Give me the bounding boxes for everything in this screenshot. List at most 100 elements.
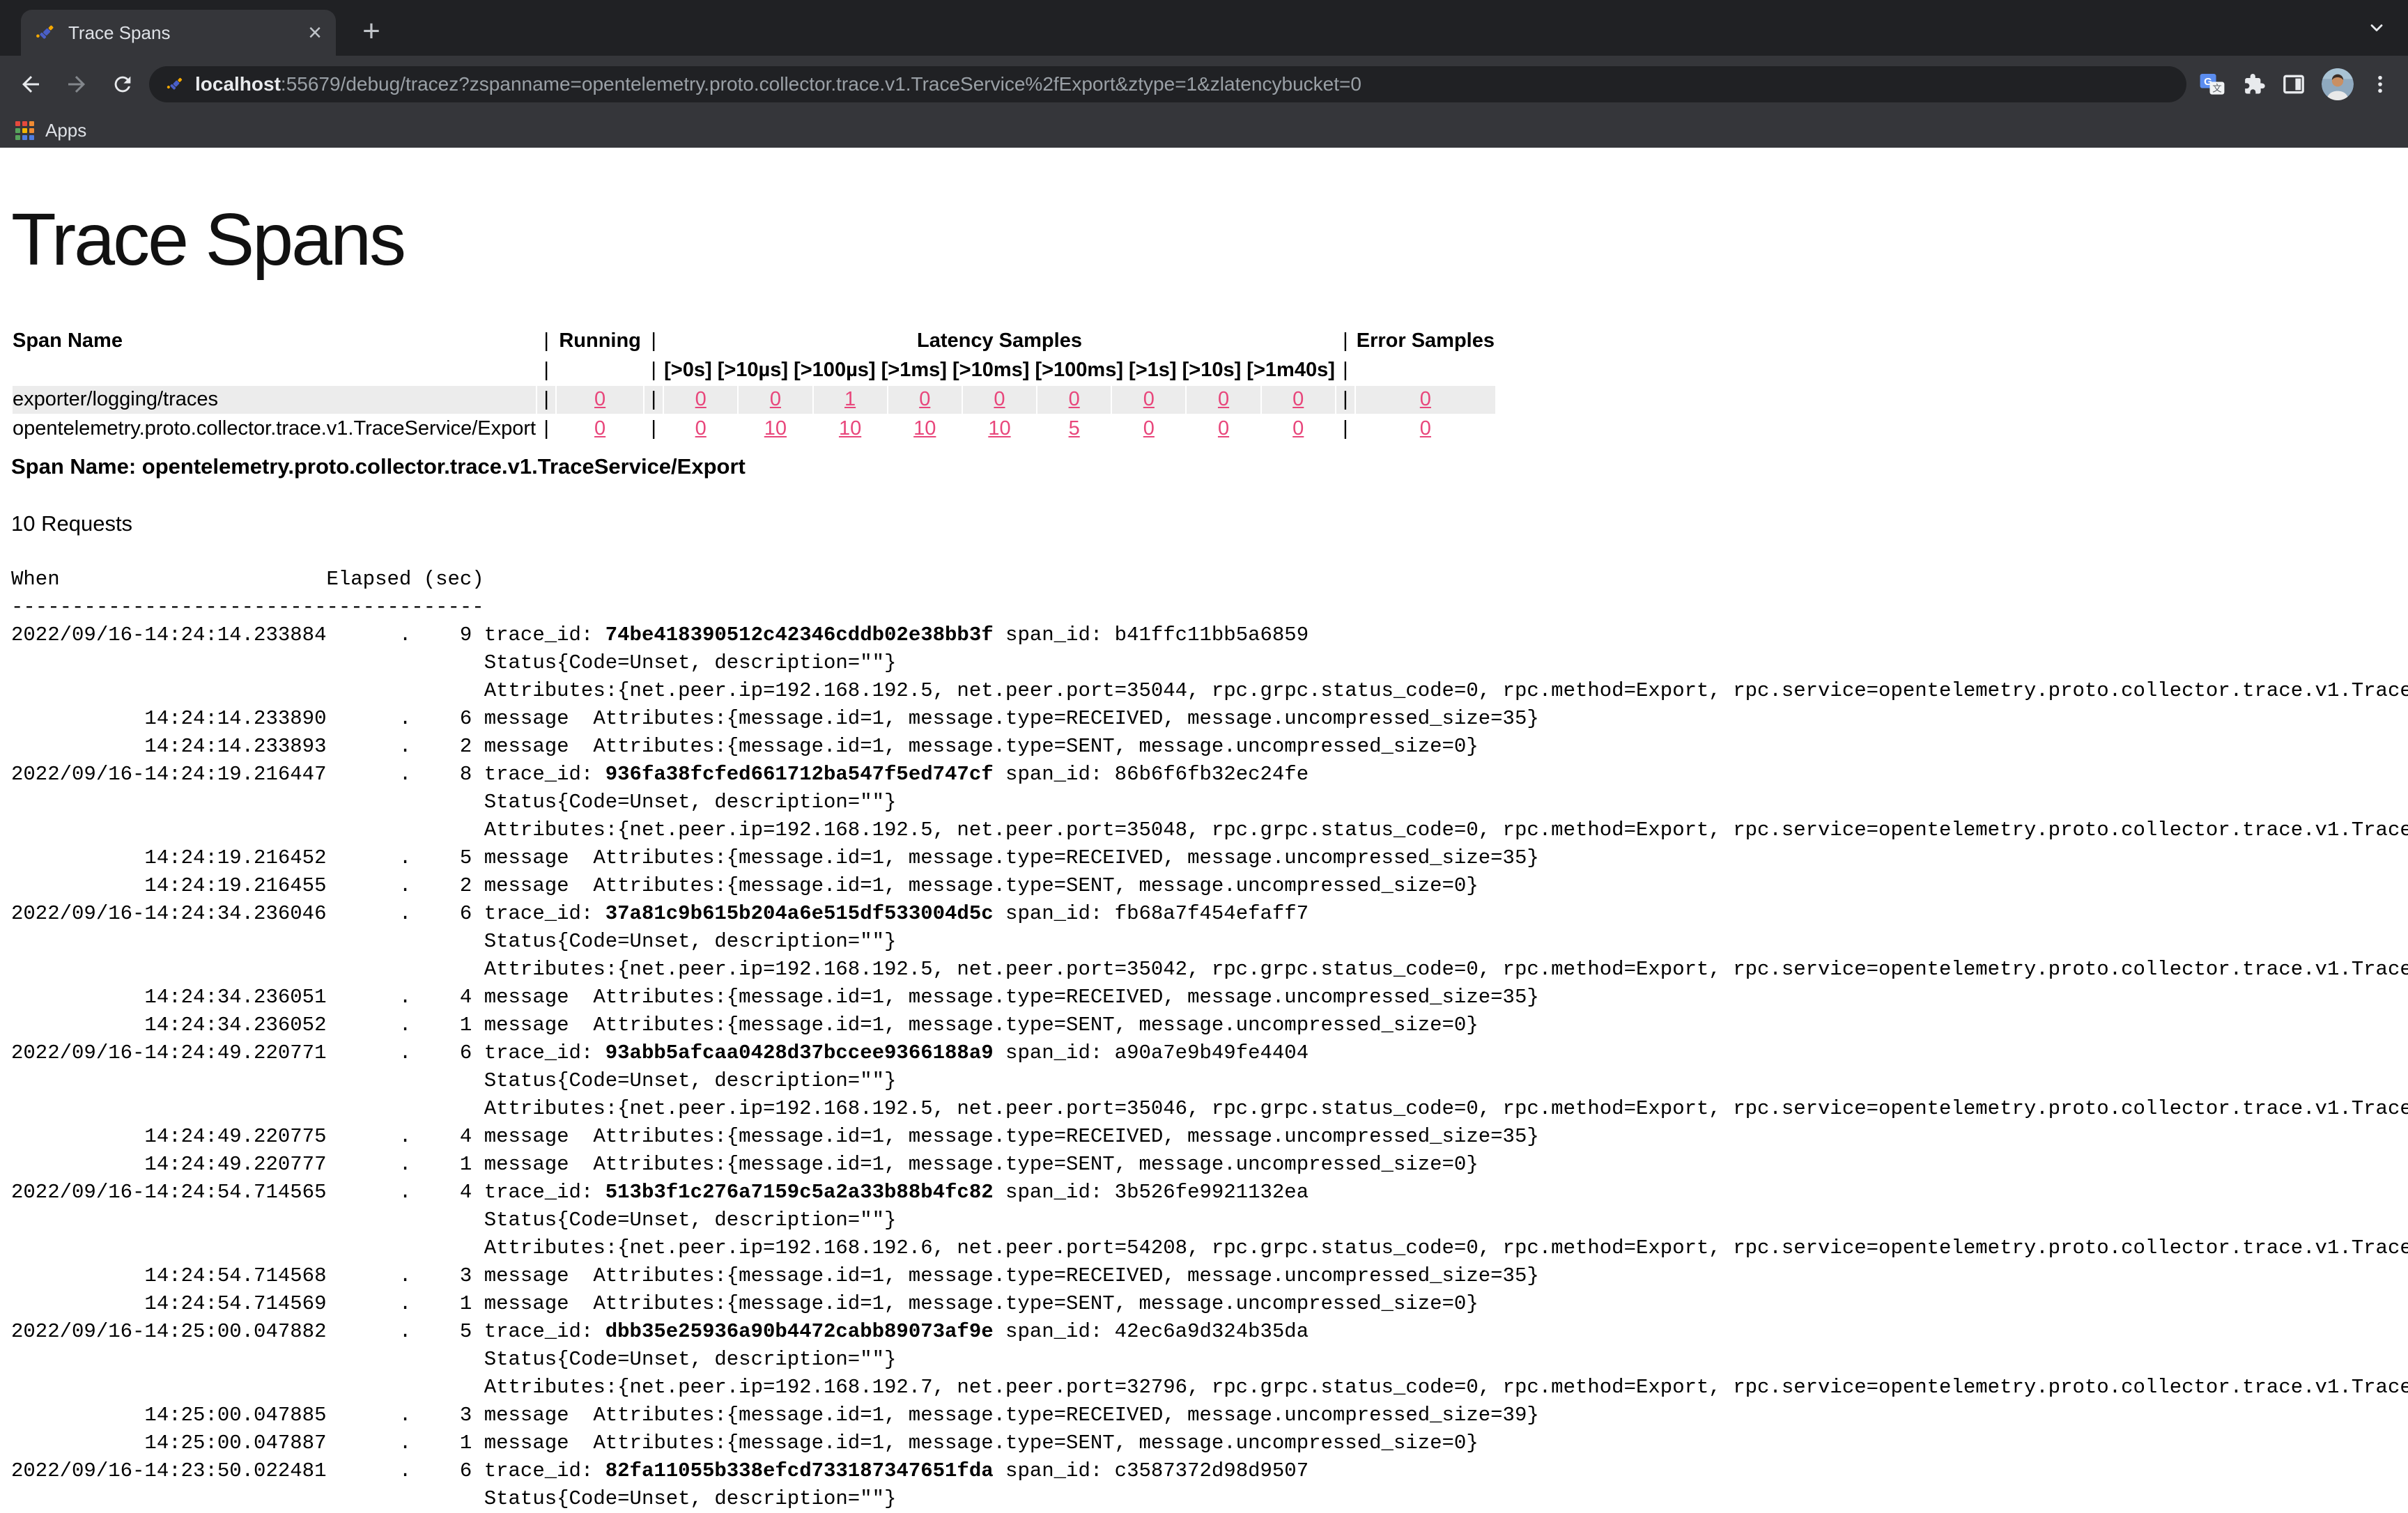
latency-sample-link[interactable]: 0 xyxy=(1292,388,1304,410)
latency-sample-link[interactable]: 10 xyxy=(839,417,861,440)
trace-id-value: 74be418390512c42346cddb02e38bb3f xyxy=(605,623,994,646)
trace-id-value: 93abb5afcaa0428d37bccee9366188a9 xyxy=(605,1041,994,1064)
latency-sample-link[interactable]: 0 xyxy=(1069,388,1080,410)
error-samples-cell: 0 xyxy=(1356,415,1495,443)
latency-sample-link[interactable]: 0 xyxy=(695,417,707,440)
apps-bookmark[interactable]: Apps xyxy=(45,120,86,141)
latency-sample-link[interactable]: 1 xyxy=(844,388,856,410)
extensions-puzzle-icon[interactable] xyxy=(2241,72,2266,97)
latency-sample-cell: 0 xyxy=(1037,386,1111,414)
latency-sample-link[interactable]: 5 xyxy=(1069,417,1080,440)
running-count-link[interactable]: 0 xyxy=(594,388,605,410)
latency-sample-link[interactable]: 0 xyxy=(1218,388,1229,410)
span-name-header: Span Name xyxy=(13,327,536,355)
column-divider: | xyxy=(537,386,555,414)
url-bar[interactable]: localhost:55679/debug/tracez?zspanname=o… xyxy=(149,66,2186,102)
span-row: opentelemetry.proto.collector.trace.v1.T… xyxy=(13,415,1495,443)
reload-button[interactable] xyxy=(103,65,142,104)
error-samples-cell: 0 xyxy=(1356,386,1495,414)
error-samples-link[interactable]: 0 xyxy=(1420,417,1431,440)
trace-id-value: 936fa38fcfed661712ba547f5ed747cf xyxy=(605,763,994,786)
latency-sample-cell: 10 xyxy=(888,415,962,443)
new-tab-button[interactable]: + xyxy=(354,15,389,50)
forward-button[interactable] xyxy=(57,65,96,104)
back-button[interactable] xyxy=(11,65,50,104)
span-summary-table: Span Name|Running|Latency Samples|Error … xyxy=(11,326,1497,444)
latency-sample-link[interactable]: 0 xyxy=(1292,417,1304,440)
trace-id-value: 82fa11055b338efcd733187347651fda xyxy=(605,1459,994,1482)
latency-sample-cell: 0 xyxy=(1187,386,1260,414)
tracez-page: Trace Spans Span Name|Running|Latency Sa… xyxy=(0,198,2408,1513)
spacer-cell xyxy=(13,357,536,385)
span-name: exporter/logging/traces xyxy=(13,386,536,414)
opentelemetry-favicon-icon xyxy=(35,22,57,44)
latency-sample-cell: 0 xyxy=(1112,415,1185,443)
selected-span-heading: Span Name: opentelemetry.proto.collector… xyxy=(11,454,2408,479)
page-title: Trace Spans xyxy=(11,198,2408,283)
column-divider: | xyxy=(1336,386,1354,414)
latency-sample-cell: 10 xyxy=(814,415,887,443)
latency-sample-cell: 0 xyxy=(739,386,812,414)
column-divider: | xyxy=(537,415,555,443)
trace-id-value: dbb35e25936a90b4472cabb89073af9e xyxy=(605,1320,994,1343)
column-divider: | xyxy=(1336,327,1354,355)
latency-sample-link[interactable]: 0 xyxy=(695,388,707,410)
kebab-menu-icon[interactable] xyxy=(2369,72,2391,97)
requests-count: 10 Requests xyxy=(11,511,2408,536)
latency-sample-cell: 0 xyxy=(1262,386,1335,414)
profile-avatar[interactable] xyxy=(2322,68,2354,100)
column-divider: | xyxy=(1336,357,1354,385)
error-samples-header: Error Samples xyxy=(1356,327,1495,355)
spacer-cell xyxy=(557,357,643,385)
latency-sample-cell: 0 xyxy=(1112,386,1185,414)
latency-sample-link[interactable]: 0 xyxy=(919,388,930,410)
column-divider: | xyxy=(537,327,555,355)
latency-sample-cell: 10 xyxy=(963,415,1036,443)
opentelemetry-favicon-icon xyxy=(166,75,185,94)
tab-strip: Trace Spans × + xyxy=(0,0,2408,56)
span-name: opentelemetry.proto.collector.trace.v1.T… xyxy=(13,415,536,443)
url-path: :55679/debug/tracez?zspanname=openteleme… xyxy=(281,73,1361,95)
column-divider: | xyxy=(645,386,663,414)
latency-bucket-headers: [>0s] [>10µs] [>100µs] [>1ms] [>10ms] [>… xyxy=(664,357,1335,385)
latency-sample-cell: 0 xyxy=(664,415,737,443)
latency-sample-cell: 10 xyxy=(739,415,812,443)
error-samples-link[interactable]: 0 xyxy=(1420,388,1431,410)
apps-grid-icon[interactable] xyxy=(15,121,34,140)
spacer-cell xyxy=(1356,357,1495,385)
span-row: exporter/logging/traces|0|001000000|0 xyxy=(13,386,1495,414)
url-host: localhost xyxy=(195,73,281,95)
bookmarks-bar: Apps xyxy=(0,113,2408,148)
latency-sample-link[interactable]: 0 xyxy=(1143,388,1155,410)
tab-title: Trace Spans xyxy=(68,22,297,44)
running-count-cell: 0 xyxy=(557,415,643,443)
latency-sample-cell: 0 xyxy=(888,386,962,414)
latency-sample-link[interactable]: 0 xyxy=(770,388,781,410)
latency-sample-link[interactable]: 10 xyxy=(764,417,787,440)
latency-sample-cell: 1 xyxy=(814,386,887,414)
browser-tab[interactable]: Trace Spans × xyxy=(21,10,336,56)
latency-sample-link[interactable]: 10 xyxy=(988,417,1010,440)
column-divider: | xyxy=(645,327,663,355)
running-count-link[interactable]: 0 xyxy=(594,417,605,440)
latency-sample-link[interactable]: 0 xyxy=(1143,417,1155,440)
latency-samples-header: Latency Samples xyxy=(664,327,1335,355)
column-divider: | xyxy=(537,357,555,385)
running-header: Running xyxy=(557,327,643,355)
latency-sample-cell: 0 xyxy=(963,386,1036,414)
latency-sample-cell: 5 xyxy=(1037,415,1111,443)
latency-sample-cell: 0 xyxy=(1187,415,1260,443)
translate-icon[interactable]: G 文 xyxy=(2199,71,2225,98)
svg-text:文: 文 xyxy=(2212,83,2221,94)
tab-close-icon[interactable]: × xyxy=(308,21,322,45)
column-divider: | xyxy=(645,357,663,385)
trace-id-value: 37a81c9b615b204a6e515df533004d5c xyxy=(605,902,994,925)
chevron-down-icon[interactable] xyxy=(2365,18,2388,41)
latency-sample-link[interactable]: 0 xyxy=(994,388,1005,410)
side-panel-icon[interactable] xyxy=(2281,72,2306,97)
latency-sample-cell: 0 xyxy=(664,386,737,414)
latency-sample-link[interactable]: 10 xyxy=(913,417,936,440)
request-log: When Elapsed (sec) ---------------------… xyxy=(11,566,2408,1513)
latency-sample-link[interactable]: 0 xyxy=(1218,417,1229,440)
browser-toolbar: localhost:55679/debug/tracez?zspanname=o… xyxy=(0,56,2408,113)
